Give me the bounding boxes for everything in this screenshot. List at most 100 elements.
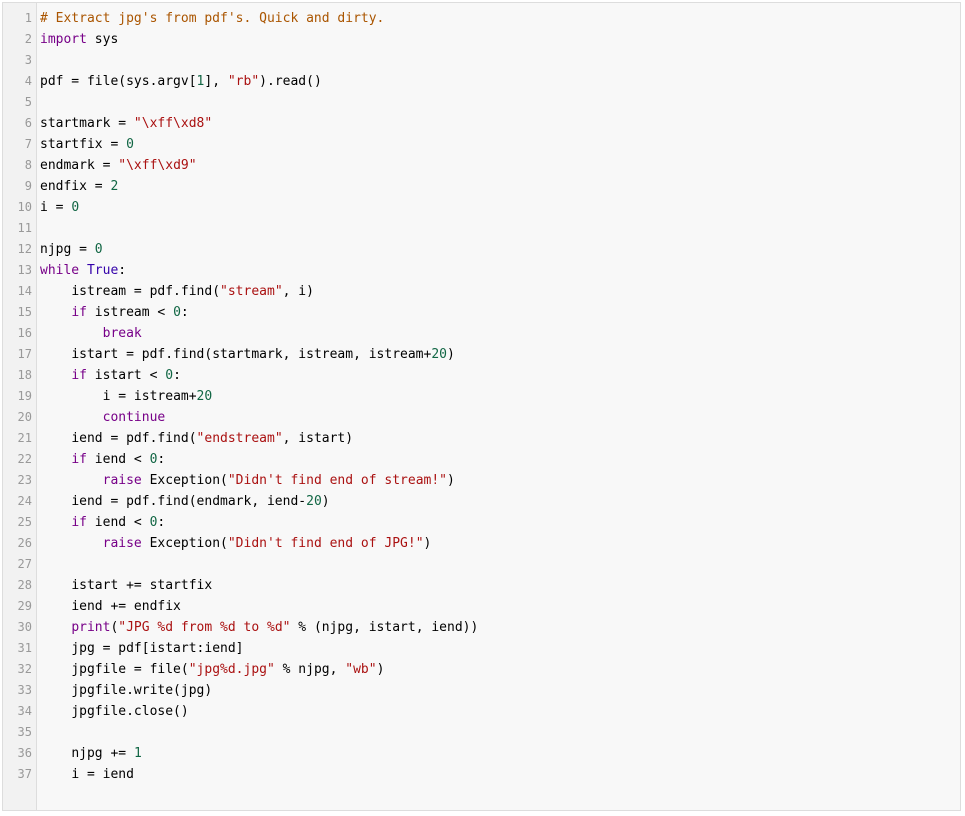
code-line[interactable]: 16 break xyxy=(3,323,960,344)
line-number: 17 xyxy=(17,347,32,361)
code-text: iend = pdf.find(endmark, iend-20) xyxy=(40,491,329,512)
code-line[interactable]: 23 raise Exception("Didn't find end of s… xyxy=(3,470,960,491)
code-line[interactable]: 19 i = istream+20 xyxy=(3,386,960,407)
code-line[interactable]: 4 pdf = file(sys.argv[1], "rb").read() xyxy=(3,71,960,92)
code-text: istream = pdf.find("stream", i) xyxy=(40,281,314,302)
code-line[interactable]: 21 iend = pdf.find("endstream", istart) xyxy=(3,428,960,449)
code-line[interactable]: 33 jpgfile.write(jpg) xyxy=(3,680,960,701)
code-line[interactable]: 6 startmark = "\xff\xd8" xyxy=(3,113,960,134)
code-text: jpgfile.write(jpg) xyxy=(40,680,212,701)
code-token-text: jpgfile = file( xyxy=(71,662,189,677)
code-token-keyword: raise xyxy=(102,536,142,551)
line-number: 2 xyxy=(24,32,32,46)
line-number: 7 xyxy=(24,137,32,151)
code-line[interactable]: 30 print("JPG %d from %d to %d" % (njpg,… xyxy=(3,617,960,638)
code-editor[interactable]: 1 # Extract jpg's from pdf's. Quick and d… xyxy=(2,2,961,811)
code-token-number: 0 xyxy=(94,242,103,257)
line-number: 16 xyxy=(17,326,32,340)
code-token-text: : xyxy=(157,515,166,530)
code-line[interactable]: 26 raise Exception("Didn't find end of J… xyxy=(3,533,960,554)
code-line[interactable]: 24 iend = pdf.find(endmark, iend-20) xyxy=(3,491,960,512)
code-line[interactable]: 25 if iend < 0: xyxy=(3,512,960,533)
code-text: if istart < 0: xyxy=(40,365,181,386)
code-line[interactable]: 36 njpg += 1 xyxy=(3,743,960,764)
code-token-string: "JPG %d from %d to %d" xyxy=(118,620,291,635)
code-token-string: "\xff\xd8" xyxy=(133,116,213,131)
code-line[interactable]: 8 endmark = "\xff\xd9" xyxy=(3,155,960,176)
code-token-ws xyxy=(40,284,71,299)
code-line[interactable]: 29 iend += endfix xyxy=(3,596,960,617)
line-number: 26 xyxy=(17,536,32,550)
code-line[interactable]: 13 while True: xyxy=(3,260,960,281)
code-token-keyword: while xyxy=(40,263,80,278)
line-number: 23 xyxy=(17,473,32,487)
code-token-ws xyxy=(40,683,71,698)
code-line[interactable]: 28 istart += startfix xyxy=(3,575,960,596)
code-line[interactable]: 5 xyxy=(3,92,960,113)
code-token-string: "wb" xyxy=(345,662,377,677)
code-token-string: "\xff\xd9" xyxy=(118,158,197,173)
code-line[interactable]: 7 startfix = 0 xyxy=(3,134,960,155)
code-token-text: startfix = xyxy=(40,137,127,152)
code-line[interactable]: 15 if istream < 0: xyxy=(3,302,960,323)
code-line[interactable]: 32 jpgfile = file("jpg%d.jpg" % njpg, "w… xyxy=(3,659,960,680)
code-token-number: 0 xyxy=(165,368,174,383)
code-line[interactable]: 31 jpg = pdf[istart:iend] xyxy=(3,638,960,659)
code-token-text: : xyxy=(180,305,189,320)
code-text: jpgfile = file("jpg%d.jpg" % njpg, "wb") xyxy=(40,659,384,680)
code-token-ws xyxy=(40,662,71,677)
line-number: 31 xyxy=(17,641,32,655)
code-token-keyword: print xyxy=(71,620,111,635)
code-token-ws xyxy=(40,515,71,530)
code-token-text: i = xyxy=(40,200,72,215)
code-text: continue xyxy=(40,407,166,428)
code-line[interactable]: 18 if istart < 0: xyxy=(3,365,960,386)
code-line[interactable]: 2 import sys xyxy=(3,29,960,50)
code-line[interactable]: 34 jpgfile.close() xyxy=(3,701,960,722)
code-text: while True: xyxy=(40,260,126,281)
code-token-ws xyxy=(40,746,71,761)
code-text: iend = pdf.find("endstream", istart) xyxy=(40,428,353,449)
code-line[interactable]: 10 i = 0 xyxy=(3,197,960,218)
code-token-text: i = iend xyxy=(71,767,134,782)
code-token-text: Exception( xyxy=(141,473,228,488)
code-line[interactable]: 12 njpg = 0 xyxy=(3,239,960,260)
code-token-ws xyxy=(40,704,71,719)
code-line[interactable]: 27 xyxy=(3,554,960,575)
code-token-number: 20 xyxy=(196,389,213,404)
line-number: 29 xyxy=(17,599,32,613)
code-token-number: 0 xyxy=(71,200,80,215)
line-number: 33 xyxy=(17,683,32,697)
code-line[interactable]: 22 if iend < 0: xyxy=(3,449,960,470)
code-token-text: Exception( xyxy=(141,536,228,551)
code-line[interactable]: 1 # Extract jpg's from pdf's. Quick and d… xyxy=(3,8,960,29)
code-token-text: istart += startfix xyxy=(71,578,213,593)
line-number: 10 xyxy=(17,200,32,214)
code-token-ws xyxy=(40,494,71,509)
code-token-text: njpg = xyxy=(40,242,95,257)
line-number: 22 xyxy=(17,452,32,466)
code-text: pdf = file(sys.argv[1], "rb").read() xyxy=(40,71,322,92)
code-token-keyword: raise xyxy=(102,473,142,488)
line-number: 5 xyxy=(24,95,32,109)
code-line[interactable]: 14 istream = pdf.find("stream", i) xyxy=(3,281,960,302)
code-text: # Extract jpg's from pdf's. Quick and di… xyxy=(40,8,384,29)
code-token-text: % njpg, xyxy=(274,662,346,677)
code-line[interactable]: 37 i = iend xyxy=(3,764,960,785)
line-number: 3 xyxy=(24,53,32,67)
code-line[interactable]: 35 xyxy=(3,722,960,743)
code-line[interactable]: 17 istart = pdf.find(startmark, istream,… xyxy=(3,344,960,365)
code-text: jpgfile.close() xyxy=(40,701,188,722)
code-token-text: ).read() xyxy=(259,74,322,89)
code-line[interactable]: 9 endfix = 2 xyxy=(3,176,960,197)
code-line[interactable]: 3 xyxy=(3,50,960,71)
code-token-builtin: True xyxy=(86,263,119,278)
code-token-ws xyxy=(40,578,71,593)
code-token-text: ) xyxy=(447,473,455,488)
code-line[interactable]: 11 xyxy=(3,218,960,239)
line-number: 14 xyxy=(17,284,32,298)
code-token-text: iend += endfix xyxy=(71,599,181,614)
line-number: 18 xyxy=(17,368,32,382)
code-line[interactable]: 20 continue xyxy=(3,407,960,428)
code-text: if iend < 0: xyxy=(40,449,165,470)
